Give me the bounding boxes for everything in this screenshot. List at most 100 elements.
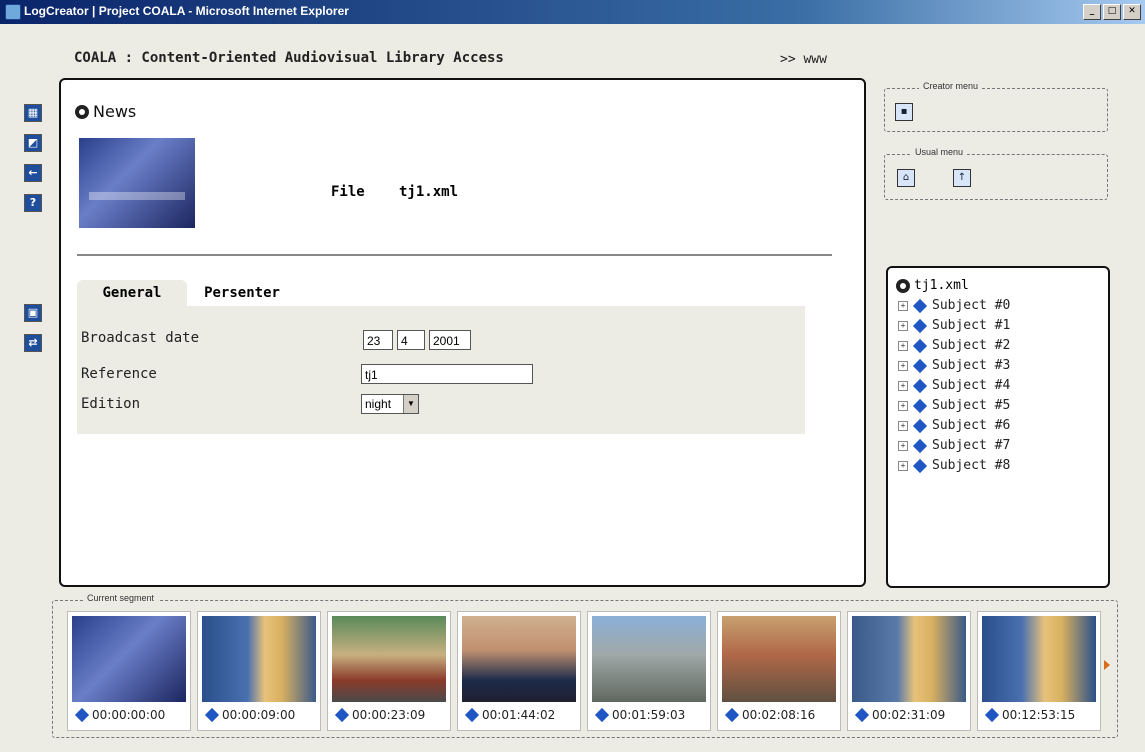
file-name: tj1.xml <box>399 184 459 200</box>
internet-explorer-icon <box>5 4 21 20</box>
tree-item-label: Subject #0 <box>932 298 1011 313</box>
diamond-icon <box>854 707 870 723</box>
usual-menu: Usual menu ⌂ ↑ <box>884 147 1108 200</box>
tree-item-subject-7[interactable]: + Subject #7 <box>898 438 1010 453</box>
minimize-button[interactable]: _ <box>1083 4 1101 20</box>
segment-thumbnail[interactable]: 00:00:00:00 <box>67 611 191 731</box>
current-segment-label: Current segment <box>83 593 159 603</box>
tree-root-label: tj1.xml <box>914 278 969 293</box>
tree-item-subject-5[interactable]: + Subject #5 <box>898 398 1010 413</box>
tab-persenter[interactable]: Persenter <box>187 280 297 306</box>
tree-root[interactable]: tj1.xml <box>896 278 969 293</box>
timecode: 00:01:44:02 <box>482 708 556 722</box>
creator-menu-label: Creator menu <box>919 81 983 91</box>
tree-item-label: Subject #3 <box>932 358 1011 373</box>
program-thumbnail <box>79 138 195 228</box>
home-icon[interactable]: ⌂ <box>897 169 915 187</box>
reference-field[interactable]: tj1 <box>361 364 533 384</box>
usual-menu-label: Usual menu <box>911 147 968 157</box>
window-titlebar: LogCreator | Project COALA - Microsoft I… <box>0 0 1145 24</box>
segment-thumbnail[interactable]: 00:01:44:02 <box>457 611 581 731</box>
timecode: 00:00:23:09 <box>352 708 426 722</box>
diamond-icon <box>912 458 928 473</box>
timecode: 00:01:59:03 <box>612 708 686 722</box>
save-icon[interactable]: ▪ <box>895 103 913 121</box>
broadcast-month-field[interactable]: 4 <box>397 330 425 350</box>
segment-thumbnail[interactable]: 00:00:23:09 <box>327 611 451 731</box>
segment-thumbnail[interactable]: 00:12:53:15 <box>977 611 1101 731</box>
keyframe-image <box>202 616 316 702</box>
current-segment: Current segment 00:00:00:00 00:00:09:00 … <box>52 593 1118 738</box>
close-button[interactable]: ✕ <box>1123 4 1141 20</box>
tree-item-label: Subject #7 <box>932 438 1011 453</box>
broadcast-year-field[interactable]: 2001 <box>429 330 471 350</box>
film-icon[interactable]: ▦ <box>24 104 42 122</box>
tree-item-subject-8[interactable]: + Subject #8 <box>898 458 1010 473</box>
segment-thumbnail[interactable]: 00:02:08:16 <box>717 611 841 731</box>
diamond-icon <box>912 318 928 333</box>
segment-thumbnail[interactable]: 00:01:59:03 <box>587 611 711 731</box>
maximize-button[interactable]: □ <box>1103 4 1121 20</box>
next-arrow-icon[interactable] <box>1104 660 1110 670</box>
timecode: 00:12:53:15 <box>1002 708 1076 722</box>
timecode: 00:00:09:00 <box>222 708 296 722</box>
film-reel-icon <box>896 278 910 293</box>
keyframe-image <box>722 616 836 702</box>
tab-general[interactable]: General <box>77 280 187 306</box>
edition-label: Edition <box>81 396 141 412</box>
timecode: 00:00:00:00 <box>92 708 166 722</box>
section-heading: News <box>75 102 136 121</box>
tree-item-subject-1[interactable]: + Subject #1 <box>898 318 1010 333</box>
expand-icon[interactable]: + <box>898 380 908 391</box>
edition-select[interactable]: night ▼ <box>361 394 419 414</box>
expand-icon[interactable]: + <box>898 360 908 371</box>
diamond-icon <box>984 707 1000 723</box>
diamond-icon <box>74 707 90 723</box>
edition-value: night <box>365 397 392 411</box>
expand-icon[interactable]: + <box>898 440 908 451</box>
keyframe-image <box>982 616 1096 702</box>
window-title: LogCreator | Project COALA - Microsoft I… <box>24 4 349 18</box>
tree-item-label: Subject #2 <box>932 338 1011 353</box>
diamond-icon <box>334 707 350 723</box>
back-arrow-icon[interactable]: ← <box>24 164 42 182</box>
edit-image-icon[interactable]: ▣ <box>24 304 42 322</box>
keyframe-image <box>72 616 186 702</box>
segment-thumbnail[interactable]: 00:02:31:09 <box>847 611 971 731</box>
expand-icon[interactable]: + <box>898 400 908 411</box>
diamond-icon <box>912 438 928 453</box>
section-title: News <box>93 102 137 121</box>
subject-tree: tj1.xml + Subject #0 + Subject #1 + Subject… <box>886 266 1110 588</box>
divider <box>77 254 832 256</box>
tree-item-subject-2[interactable]: + Subject #2 <box>898 338 1010 353</box>
keyframe-image <box>332 616 446 702</box>
tree-item-label: Subject #8 <box>932 458 1011 473</box>
timecode: 00:02:08:16 <box>742 708 816 722</box>
tree-item-subject-6[interactable]: + Subject #6 <box>898 418 1010 433</box>
tree-item-label: Subject #4 <box>932 378 1011 393</box>
expand-icon[interactable]: + <box>898 320 908 331</box>
diamond-icon <box>912 398 928 413</box>
broadcast-day-field[interactable]: 23 <box>363 330 393 350</box>
open-folder-icon[interactable]: ◩ <box>24 134 42 152</box>
tree-item-subject-4[interactable]: + Subject #4 <box>898 378 1010 393</box>
expand-icon[interactable]: + <box>898 460 908 471</box>
broadcast-date-label: Broadcast date <box>81 330 200 346</box>
expand-icon[interactable]: + <box>898 300 908 311</box>
tree-item-subject-0[interactable]: + Subject #0 <box>898 298 1010 313</box>
expand-icon[interactable]: + <box>898 420 908 431</box>
chevron-down-icon[interactable]: ▼ <box>403 395 418 413</box>
segment-thumbnail[interactable]: 00:00:09:00 <box>197 611 321 731</box>
help-icon[interactable]: ? <box>24 194 42 212</box>
expand-icon[interactable]: + <box>898 340 908 351</box>
www-link[interactable]: >> www <box>780 52 827 67</box>
tree-item-subject-3[interactable]: + Subject #3 <box>898 358 1010 373</box>
tree-item-label: Subject #6 <box>932 418 1011 433</box>
diamond-icon <box>912 298 928 313</box>
main-panel: News File tj1.xml General Persenter Broa… <box>59 78 866 587</box>
keyframe-image <box>592 616 706 702</box>
diamond-icon <box>912 338 928 353</box>
export-icon[interactable]: ⇄ <box>24 334 42 352</box>
up-arrow-icon[interactable]: ↑ <box>953 169 971 187</box>
diamond-icon <box>724 707 740 723</box>
